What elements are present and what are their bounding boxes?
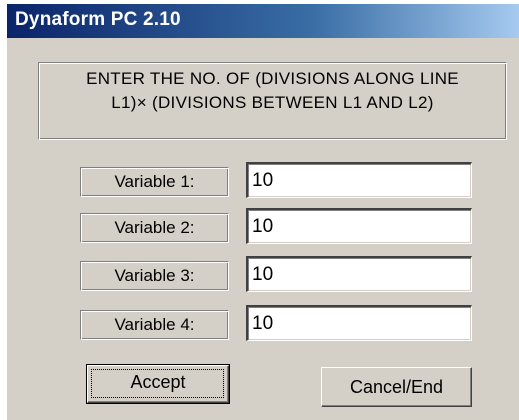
window-title: Dynaform PC 2.10 [15, 9, 181, 30]
cancel-end-button[interactable]: Cancel/End [321, 367, 472, 407]
variable-3-input[interactable] [246, 256, 472, 292]
variable-4-label: Variable 4: [80, 310, 229, 340]
variable-1-input[interactable] [246, 162, 472, 198]
cancel-end-button-label: Cancel/End [349, 377, 444, 397]
accept-button[interactable]: Accept [86, 364, 230, 404]
accept-button-label: Accept [130, 372, 186, 392]
variable-2-input[interactable] [246, 208, 472, 244]
variable-4-input[interactable] [246, 305, 472, 341]
prompt-line-2: L1)× (DIVISIONS BETWEEN L1 AND L2) [111, 93, 434, 112]
dialog-window: Dynaform PC 2.10 ENTER THE NO. OF (DIVIS… [5, 2, 519, 420]
variable-3-label: Variable 3: [80, 261, 229, 291]
prompt-message-box: ENTER THE NO. OF (DIVISIONS ALONG LINE L… [38, 62, 507, 140]
variable-2-label: Variable 2: [80, 213, 229, 243]
prompt-line-1: ENTER THE NO. OF (DIVISIONS ALONG LINE [86, 69, 459, 88]
variable-1-label: Variable 1: [80, 167, 229, 197]
title-bar[interactable]: Dynaform PC 2.10 [7, 4, 519, 38]
